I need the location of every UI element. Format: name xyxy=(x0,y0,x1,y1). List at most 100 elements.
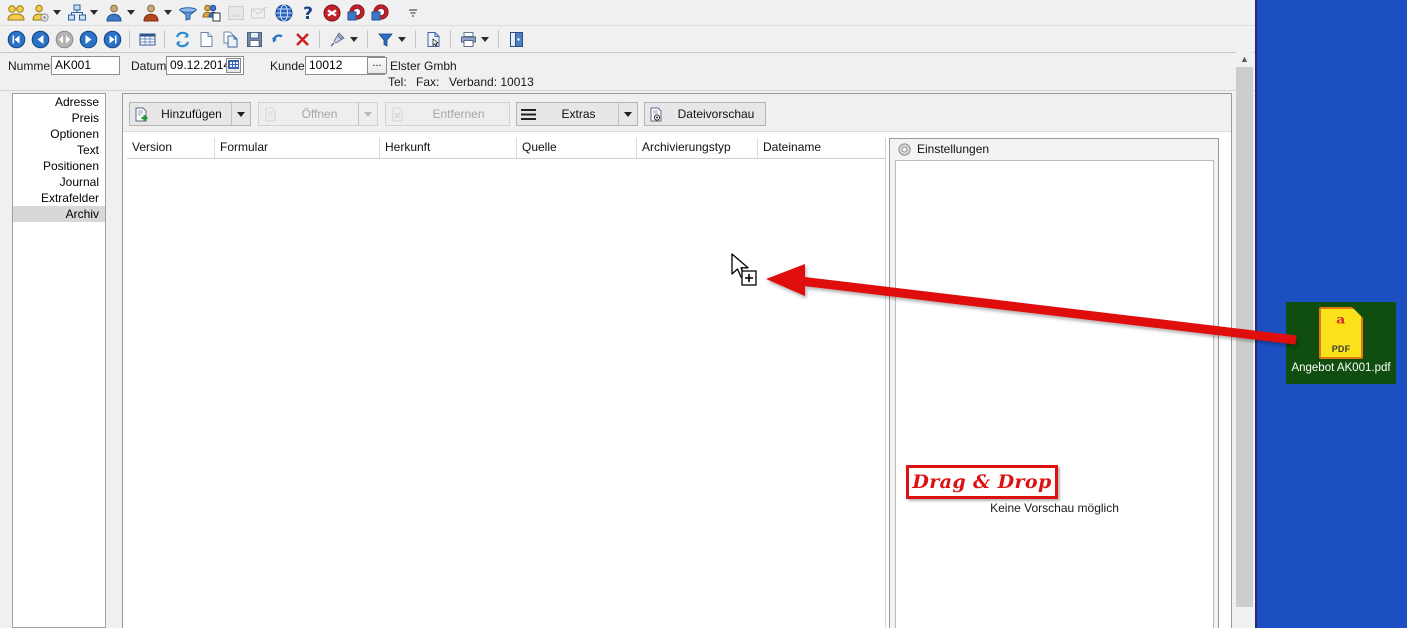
window-vertical-scrollbar[interactable]: ▲ xyxy=(1236,50,1253,628)
chevron-down-icon[interactable] xyxy=(90,10,98,15)
scroll-up-icon[interactable]: ▲ xyxy=(1236,50,1253,67)
svg-text:?: ? xyxy=(303,4,313,23)
desktop-file-icon[interactable]: ᵃ PDF Angebot AK001.pdf xyxy=(1286,302,1396,384)
grid-body[interactable] xyxy=(127,159,888,628)
toolbar-separator xyxy=(367,30,368,48)
help-icon[interactable]: ? xyxy=(297,2,319,24)
toolbar-separator xyxy=(498,30,499,48)
file-preview-button[interactable]: Dateivorschau xyxy=(644,102,766,126)
open-button-label: Öffnen xyxy=(301,107,338,121)
refresh-record-button[interactable] xyxy=(53,28,75,50)
customer-settings-icon[interactable] xyxy=(29,2,51,24)
delete-button[interactable] xyxy=(291,28,313,50)
pdf-icon: ᵃ PDF xyxy=(1319,307,1363,359)
first-record-button[interactable] xyxy=(5,28,27,50)
sidebar-item-journal[interactable]: Journal xyxy=(13,174,105,190)
globe-icon[interactable] xyxy=(273,2,295,24)
copy-button[interactable] xyxy=(219,28,241,50)
user-red-icon[interactable] xyxy=(140,2,162,24)
column-header-archivierungstyp[interactable]: Archivierungstyp xyxy=(637,138,758,158)
mail-icon xyxy=(249,2,271,24)
add-document-icon xyxy=(130,107,152,122)
preview-button[interactable] xyxy=(422,28,444,50)
pin-button[interactable] xyxy=(326,28,348,50)
tel-label: Tel: xyxy=(388,75,407,89)
settings-panel: Einstellungen Drag & Drop Keine Vorschau… xyxy=(889,138,1219,628)
settings2-red-icon[interactable] xyxy=(369,2,391,24)
toolbar-separator xyxy=(129,30,130,48)
drag-drop-annotation: Drag & Drop xyxy=(906,465,1058,499)
new-document-button[interactable] xyxy=(195,28,217,50)
extras-button[interactable]: Extras xyxy=(516,102,638,126)
sidebar-item-preis[interactable]: Preis xyxy=(13,110,105,126)
filter-button[interactable] xyxy=(374,28,396,50)
main-toolbar: ? xyxy=(0,0,1255,26)
organisation-icon[interactable] xyxy=(66,2,88,24)
file-preview-button-label: Dateivorschau xyxy=(677,107,755,121)
chevron-down-icon[interactable] xyxy=(127,10,135,15)
remove-button[interactable]: Entfernen xyxy=(385,102,510,126)
settings-red-icon[interactable] xyxy=(345,2,367,24)
column-header-version[interactable]: Version xyxy=(127,138,215,158)
column-header-herkunft[interactable]: Herkunft xyxy=(380,138,517,158)
fax-label: Fax: xyxy=(416,75,440,89)
save-button[interactable] xyxy=(243,28,265,50)
nummer-input[interactable]: AK001 xyxy=(51,56,120,75)
chevron-down-icon[interactable] xyxy=(164,10,172,15)
sidebar-item-positionen[interactable]: Positionen xyxy=(13,158,105,174)
exit-button[interactable] xyxy=(505,28,527,50)
open-button[interactable]: Öffnen xyxy=(258,102,378,126)
application-window: ? Nummer AK001 Datum 09.12.2014 Kunde 10… xyxy=(0,0,1257,628)
kunde-browse-button[interactable]: ... xyxy=(367,57,387,74)
archive-action-bar: Hinzufügen Öffnen Entfernen Extras Datei… xyxy=(123,94,1231,132)
kunde-label: Kunde xyxy=(270,59,305,73)
filter-funnel-icon[interactable] xyxy=(177,2,199,24)
chevron-down-icon[interactable] xyxy=(53,10,61,15)
print-button[interactable] xyxy=(457,28,479,50)
sidebar-item-extrafelder[interactable]: Extrafelder xyxy=(13,190,105,206)
customers-icon[interactable] xyxy=(5,2,27,24)
column-header-quelle[interactable]: Quelle xyxy=(517,138,637,158)
desktop-file-label: Angebot AK001.pdf xyxy=(1291,362,1391,374)
close-red-icon[interactable] xyxy=(321,2,343,24)
remove-document-icon xyxy=(386,107,408,122)
user-blue-icon[interactable] xyxy=(103,2,125,24)
toolbar-separator xyxy=(319,30,320,48)
section-nav-list[interactable]: Adresse Preis Optionen Text Positionen J… xyxy=(12,93,106,628)
previous-record-button[interactable] xyxy=(29,28,51,50)
no-preview-message: Keine Vorschau möglich xyxy=(990,501,1119,515)
open-document-icon xyxy=(259,107,281,122)
add-button-dropdown[interactable] xyxy=(231,103,250,125)
next-record-button[interactable] xyxy=(77,28,99,50)
add-button-label: Hinzufügen xyxy=(161,107,222,121)
column-header-formular[interactable]: Formular xyxy=(215,138,380,158)
document-preview-area[interactable]: Drag & Drop Keine Vorschau möglich xyxy=(895,160,1214,628)
chevron-down-icon[interactable] xyxy=(481,36,489,42)
calendar-icon[interactable] xyxy=(226,58,241,73)
overflow-icon[interactable] xyxy=(402,2,424,24)
reload-button[interactable] xyxy=(171,28,193,50)
drag-cursor xyxy=(731,253,757,286)
grid-header-row: Version Formular Herkunft Quelle Archivi… xyxy=(127,138,888,159)
archive-grid: Version Formular Herkunft Quelle Archivi… xyxy=(127,138,888,628)
chevron-down-icon[interactable] xyxy=(398,36,406,42)
undo-button[interactable] xyxy=(267,28,289,50)
vscroll-thumb[interactable] xyxy=(1236,67,1253,607)
sidebar-item-optionen[interactable]: Optionen xyxy=(13,126,105,142)
copy-contacts-icon[interactable] xyxy=(201,2,223,24)
remove-button-label: Entfernen xyxy=(432,107,485,121)
last-record-button[interactable] xyxy=(101,28,123,50)
verband-label: Verband: 10013 xyxy=(449,75,534,89)
sidebar-item-archiv[interactable]: Archiv xyxy=(13,206,105,222)
screen: ? Nummer AK001 Datum 09.12.2014 Kunde 10… xyxy=(0,0,1407,628)
menu-lines-icon xyxy=(517,108,539,121)
extras-button-dropdown[interactable] xyxy=(618,103,637,125)
column-header-dateiname[interactable]: Dateiname xyxy=(758,138,888,158)
add-button[interactable]: Hinzufügen xyxy=(129,102,251,126)
sidebar-item-text[interactable]: Text xyxy=(13,142,105,158)
sidebar-item-adresse[interactable]: Adresse xyxy=(13,94,105,110)
record-toolbar xyxy=(0,26,1255,53)
open-button-dropdown[interactable] xyxy=(358,103,377,125)
table-view-button[interactable] xyxy=(136,28,158,50)
chevron-down-icon[interactable] xyxy=(350,36,358,42)
